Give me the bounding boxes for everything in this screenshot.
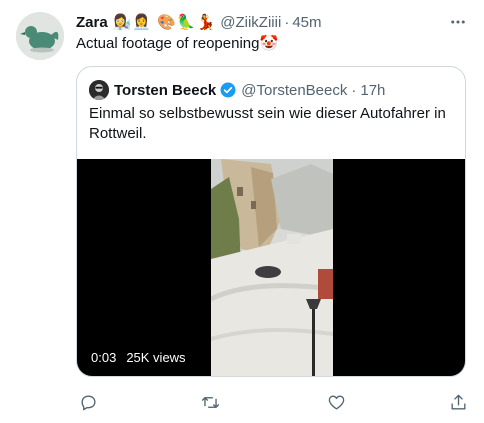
- user-handle[interactable]: @ZiikZiiii: [220, 14, 281, 31]
- display-name[interactable]: Zara: [76, 14, 108, 31]
- verified-badge-icon: [219, 81, 237, 99]
- more-options-button[interactable]: [446, 10, 470, 34]
- person-avatar-image: [89, 80, 109, 100]
- separator-dot: ·: [351, 81, 357, 99]
- flood-street-video-image: [211, 159, 333, 376]
- separator-dot: ·: [284, 13, 290, 31]
- video-player[interactable]: 0:03 25K views: [77, 159, 465, 376]
- tweet-text: Actual footage of reopening🤡: [76, 35, 279, 52]
- share-icon: [450, 394, 466, 410]
- quoted-timestamp[interactable]: 17h: [360, 82, 385, 99]
- share-button[interactable]: [446, 390, 470, 414]
- quoted-display-name[interactable]: Torsten Beeck: [114, 82, 216, 99]
- name-emojis: 👩‍🔬👩‍💼 🎨🦜💃: [112, 14, 217, 31]
- video-frame[interactable]: [211, 159, 333, 376]
- tweet[interactable]: Zara 👩‍🔬👩‍💼 🎨🦜💃 @ZiikZiiii · 45m Actual …: [0, 0, 484, 423]
- quoted-tweet-header: Torsten Beeck @TorstenBeeck · 17h: [89, 79, 453, 101]
- video-duration: 0:03: [91, 350, 117, 365]
- quoted-tweet-text: Einmal so selbstbewusst sein wie dieser …: [89, 105, 446, 142]
- retweet-icon: [201, 396, 219, 408]
- bird-figurine-avatar-image: [16, 12, 64, 60]
- video-views: 25K views: [126, 350, 186, 365]
- tweet-actions: [76, 390, 468, 414]
- more-icon: [451, 20, 465, 24]
- quoted-avatar[interactable]: [89, 80, 109, 100]
- tweet-header: Zara 👩‍🔬👩‍💼 🎨🦜💃 @ZiikZiiii · 45m: [76, 11, 470, 33]
- avatar[interactable]: [16, 12, 64, 60]
- timestamp[interactable]: 45m: [292, 14, 321, 31]
- like-button[interactable]: [324, 390, 348, 414]
- reply-icon: [80, 394, 96, 410]
- quoted-tweet-card[interactable]: Torsten Beeck @TorstenBeeck · 17h Einmal…: [76, 66, 466, 377]
- quoted-user-handle[interactable]: @TorstenBeeck: [241, 82, 347, 99]
- retweet-button[interactable]: [198, 390, 222, 414]
- reply-button[interactable]: [76, 390, 100, 414]
- video-meta: 0:03 25K views: [91, 350, 186, 365]
- like-icon: [328, 394, 344, 410]
